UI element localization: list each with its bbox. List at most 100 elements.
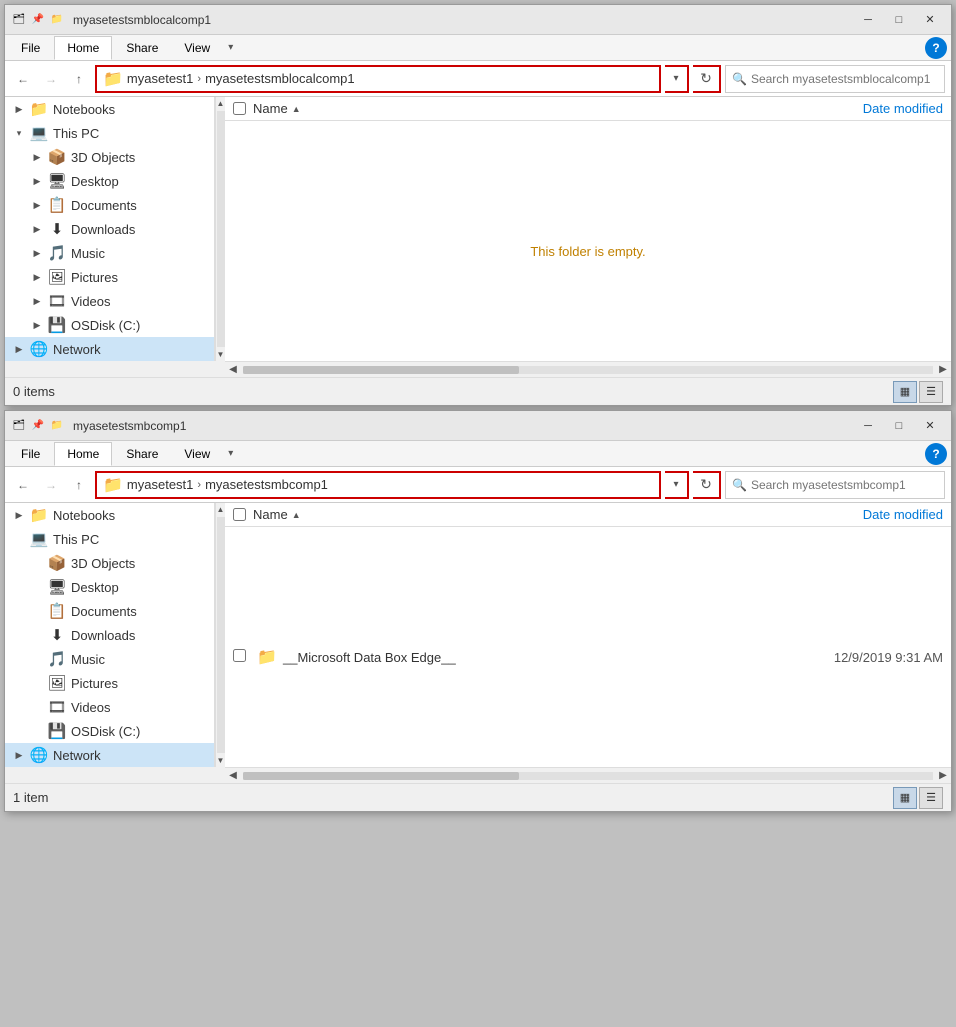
- hscroll-left-button[interactable]: ◀: [225, 768, 241, 784]
- help-button[interactable]: ?: [925, 443, 947, 465]
- maximize-button[interactable]: □: [884, 415, 914, 437]
- sidebar-icon-network: 🌐: [29, 746, 49, 764]
- sidebar-item-downloads[interactable]: ⬇ Downloads: [5, 623, 214, 647]
- sidebar-chevron-network: ▶: [13, 750, 25, 761]
- maximize-button[interactable]: □: [884, 9, 914, 31]
- up-button[interactable]: ↑: [67, 67, 91, 91]
- scroll-down-button[interactable]: ▼: [217, 754, 225, 767]
- sidebar-item-3d-objects[interactable]: 📦 3D Objects: [5, 551, 214, 575]
- column-date-modified[interactable]: Date modified: [763, 507, 943, 522]
- header-checkbox[interactable]: [233, 508, 253, 521]
- sidebar-item-3d-objects[interactable]: ▶ 📦 3D Objects: [5, 145, 214, 169]
- up-button[interactable]: ↑: [67, 473, 91, 497]
- sidebar-item-videos[interactable]: 🎞 Videos: [5, 695, 214, 719]
- tab-share[interactable]: Share: [114, 443, 170, 465]
- sidebar-item-notebooks[interactable]: ▶ 📁 Notebooks: [5, 97, 214, 121]
- sidebar-label-this-pc: This PC: [53, 532, 210, 547]
- column-name[interactable]: Name ▲: [253, 507, 763, 522]
- header-checkbox[interactable]: [233, 102, 253, 115]
- sidebar-icon-documents: 📋: [47, 196, 67, 214]
- select-all-checkbox[interactable]: [233, 508, 246, 521]
- sidebar-item-osdisk[interactable]: ▶ 💾 OSDisk (C:): [5, 313, 214, 337]
- refresh-button[interactable]: ↻: [693, 65, 721, 93]
- help-button[interactable]: ?: [925, 37, 947, 59]
- minimize-button[interactable]: ─: [853, 9, 883, 31]
- column-name[interactable]: Name ▲: [253, 101, 763, 116]
- scroll-up-button[interactable]: ▲: [217, 97, 225, 110]
- tab-view[interactable]: View: [172, 443, 222, 465]
- tab-home[interactable]: Home: [54, 36, 112, 60]
- sidebar-item-network[interactable]: ▶ 🌐 Network: [5, 743, 214, 767]
- hscroll-left-button[interactable]: ◀: [225, 362, 241, 378]
- sidebar-item-this-pc[interactable]: ▾ 💻 This PC: [5, 121, 214, 145]
- row-checkbox[interactable]: [233, 649, 253, 665]
- scroll-down-button[interactable]: ▼: [217, 348, 225, 361]
- address-breadcrumb-part2: myasetestsmblocalcomp1: [205, 71, 355, 86]
- sidebar-item-music[interactable]: 🎵 Music: [5, 647, 214, 671]
- minimize-button[interactable]: ─: [853, 415, 883, 437]
- titlebar-buttons: ─ □ ✕: [853, 9, 945, 31]
- sidebar-icon-pictures: 🖼: [47, 674, 67, 692]
- grid-view-button[interactable]: ▦: [893, 381, 917, 403]
- ribbon-chevron-icon[interactable]: ▾: [224, 446, 237, 461]
- vertical-scrollbar[interactable]: ▲ ▼: [215, 97, 225, 361]
- address-dropdown-button[interactable]: ▾: [665, 65, 689, 93]
- address-box[interactable]: 📁 myasetest1 › myasetestsmblocalcomp1: [95, 65, 661, 93]
- sidebar-item-pictures[interactable]: 🖼 Pictures: [5, 671, 214, 695]
- column-date-modified[interactable]: Date modified: [763, 101, 943, 116]
- sidebar-item-downloads[interactable]: ▶ ⬇ Downloads: [5, 217, 214, 241]
- list-view-button[interactable]: ☰: [919, 787, 943, 809]
- close-button[interactable]: ✕: [915, 9, 945, 31]
- sidebar-item-pictures[interactable]: ▶ 🖼 Pictures: [5, 265, 214, 289]
- column-sort-icon: ▲: [292, 510, 301, 520]
- back-button[interactable]: ←: [11, 473, 35, 497]
- tab-file[interactable]: File: [9, 37, 52, 59]
- sidebar-item-this-pc[interactable]: 💻 This PC: [5, 527, 214, 551]
- address-breadcrumb-icon: 📁: [103, 69, 123, 89]
- address-dropdown-button[interactable]: ▾: [665, 471, 689, 499]
- sidebar-item-network[interactable]: ▶ 🌐 Network: [5, 337, 214, 361]
- horizontal-scrollbar[interactable]: ◀ ▶: [225, 767, 951, 783]
- sidebar-item-osdisk[interactable]: 💾 OSDisk (C:): [5, 719, 214, 743]
- file-list-body: This folder is empty.: [225, 121, 951, 361]
- sidebar-icon-pictures: 🖼: [47, 268, 67, 286]
- scroll-up-button[interactable]: ▲: [217, 503, 225, 516]
- tab-share[interactable]: Share: [114, 37, 170, 59]
- file-name: __Microsoft Data Box Edge__: [283, 650, 759, 665]
- vertical-scrollbar[interactable]: ▲ ▼: [215, 503, 225, 767]
- hscroll-thumb[interactable]: [243, 772, 519, 780]
- tab-home[interactable]: Home: [54, 442, 112, 466]
- list-view-button[interactable]: ☰: [919, 381, 943, 403]
- sidebar-item-notebooks[interactable]: ▶ 📁 Notebooks: [5, 503, 214, 527]
- file-checkbox[interactable]: [233, 649, 246, 662]
- forward-button[interactable]: →: [39, 67, 63, 91]
- search-input[interactable]: [751, 72, 938, 86]
- app-icon-folder: 📁: [49, 418, 65, 434]
- hscroll-right-button[interactable]: ▶: [935, 768, 951, 784]
- app-icon-folder: 📁: [49, 12, 65, 28]
- table-row[interactable]: 📁 __Microsoft Data Box Edge__ 12/9/2019 …: [225, 644, 951, 670]
- tab-view[interactable]: View: [172, 37, 222, 59]
- sidebar-item-videos[interactable]: ▶ 🎞 Videos: [5, 289, 214, 313]
- select-all-checkbox[interactable]: [233, 102, 246, 115]
- address-box[interactable]: 📁 myasetest1 › myasetestsmbcomp1: [95, 471, 661, 499]
- refresh-button[interactable]: ↻: [693, 471, 721, 499]
- sidebar-item-desktop[interactable]: 🖥 Desktop: [5, 575, 214, 599]
- sidebar-item-desktop[interactable]: ▶ 🖥 Desktop: [5, 169, 214, 193]
- hscroll-thumb[interactable]: [243, 366, 519, 374]
- search-icon: 🔍: [732, 72, 747, 86]
- back-button[interactable]: ←: [11, 67, 35, 91]
- close-button[interactable]: ✕: [915, 415, 945, 437]
- sidebar-label-music: Music: [71, 652, 210, 667]
- horizontal-scrollbar[interactable]: ◀ ▶: [225, 361, 951, 377]
- sidebar-icon-videos: 🎞: [47, 698, 67, 716]
- forward-button[interactable]: →: [39, 473, 63, 497]
- sidebar-item-music[interactable]: ▶ 🎵 Music: [5, 241, 214, 265]
- hscroll-right-button[interactable]: ▶: [935, 362, 951, 378]
- tab-file[interactable]: File: [9, 443, 52, 465]
- grid-view-button[interactable]: ▦: [893, 787, 917, 809]
- sidebar-item-documents[interactable]: ▶ 📋 Documents: [5, 193, 214, 217]
- search-input[interactable]: [751, 478, 938, 492]
- ribbon-chevron-icon[interactable]: ▾: [224, 40, 237, 55]
- sidebar-item-documents[interactable]: 📋 Documents: [5, 599, 214, 623]
